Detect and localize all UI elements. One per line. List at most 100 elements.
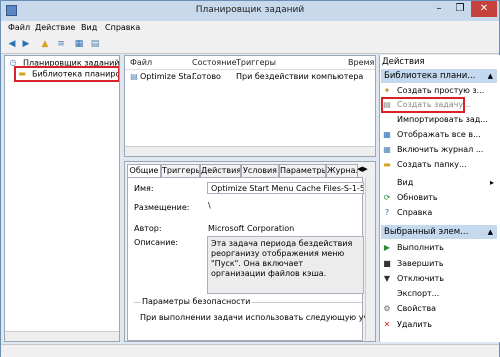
description-label: Описание: (134, 238, 179, 247)
details-scrollbar[interactable] (365, 178, 375, 340)
delete-icon: ✕ (383, 319, 391, 329)
refresh-icon: ⟳ (383, 192, 391, 202)
menu-bar: Файл Действие Вид Справка (1, 21, 499, 36)
action-display-running[interactable]: ▦ Отображать все в... (382, 128, 498, 142)
menu-action[interactable]: Действие (35, 23, 75, 32)
create-task-highlight (381, 97, 465, 113)
display-running-icon: ▦ (383, 129, 391, 139)
action-label: Свойства (397, 304, 437, 313)
action-refresh[interactable]: ⟳ Обновить (382, 191, 498, 205)
actions-section-library[interactable]: Библиотека плани... ▲ (381, 69, 497, 83)
tree-scrollbar[interactable] (5, 331, 119, 341)
action-disable[interactable]: ▼ Отключить (382, 272, 498, 286)
table-row[interactable]: ▤ Optimize Sta... Готово При бездействии… (125, 71, 375, 83)
task-list-scrollbar[interactable] (125, 146, 375, 156)
view-icon (382, 178, 392, 188)
menu-help[interactable]: Справка (105, 23, 140, 32)
close-button[interactable]: ✕ (471, 1, 497, 17)
action-label: Отображать все в... (397, 130, 481, 139)
action-end[interactable]: ■ Завершить (382, 257, 498, 271)
restore-button[interactable]: ❐ (450, 1, 470, 17)
action-label: Удалить (397, 320, 432, 329)
export-icon (382, 289, 392, 299)
submenu-arrow-icon: ▸ (490, 178, 495, 187)
name-field[interactable]: Optimize Start Menu Cache Files-S-1-5-21… (207, 182, 364, 194)
console-icon[interactable]: ▦ (73, 38, 85, 50)
folder-up-icon[interactable]: ▲ (39, 38, 51, 50)
end-icon: ■ (383, 258, 391, 268)
action-enable-history[interactable]: ▦ Включить журнал ... (382, 143, 498, 157)
details-panel: Общие Триггеры Действия Условия Параметр… (124, 161, 376, 342)
column-name[interactable]: Файл (130, 58, 152, 67)
actions-section-selected-label: Выбранный элем... (384, 227, 469, 237)
author-value: Microsoft Corporation (208, 224, 295, 233)
actions-section-selected[interactable]: Выбранный элем... ▲ (381, 225, 497, 239)
create-basic-task-icon: ✦ (383, 85, 391, 95)
menu-view[interactable]: Вид (81, 23, 97, 32)
column-time[interactable]: Время (348, 58, 374, 67)
toolbar: ◀ ▶ ▲ ≡ ▦ ▤ (1, 36, 499, 54)
tab-history[interactable]: Журнал (326, 164, 358, 178)
column-status[interactable]: Состояние (192, 58, 237, 67)
forward-icon[interactable]: ▶ (20, 38, 32, 50)
action-properties[interactable]: ⚙ Свойства (382, 302, 498, 316)
tab-general[interactable]: Общие (127, 164, 161, 178)
description-field[interactable]: Эта задача периода бездействия реорганиз… (207, 236, 364, 294)
action-label: Импортировать зад... (397, 115, 488, 124)
task-scheduler-window: Планировщик заданий – ❐ ✕ Файл Действие … (0, 0, 500, 357)
action-label: Создать простую з... (397, 86, 485, 95)
action-new-folder[interactable]: ▬ Создать папку... (382, 158, 498, 172)
properties-icon[interactable]: ≡ (55, 38, 67, 50)
author-label: Автор: (134, 224, 162, 233)
minimize-button[interactable]: – (429, 1, 449, 17)
collapse-icon[interactable]: ▲ (488, 225, 493, 239)
actions-header: Действия (382, 57, 425, 67)
tab-settings[interactable]: Параметры (279, 164, 326, 178)
tabs-scroll[interactable]: ◀▶ (357, 165, 368, 173)
tab-triggers[interactable]: Триггеры (161, 164, 200, 178)
window-title: Планировщик заданий (195, 5, 305, 15)
security-title: Параметры безопасности (140, 297, 253, 306)
tab-conditions[interactable]: Условия (241, 164, 279, 178)
name-label: Имя: (134, 184, 154, 193)
task-status-cell: Готово (192, 72, 221, 81)
action-help[interactable]: ? Справка (382, 206, 498, 220)
task-list-panel: Файл Состояние Триггеры Время ▤ Optimize… (124, 55, 376, 157)
security-text: При выполнении задачи использовать следу… (140, 313, 375, 322)
task-list-header: Файл Состояние Триггеры Время (125, 56, 375, 70)
task-name-cell: Optimize Sta... (140, 72, 200, 81)
menu-file[interactable]: Файл (8, 23, 30, 32)
action-export[interactable]: Экспорт... (382, 287, 498, 301)
action-label: Экспорт... (397, 289, 440, 298)
properties-icon: ⚙ (383, 303, 391, 313)
new-folder-icon: ▬ (383, 159, 391, 169)
status-bar (1, 344, 499, 357)
action-create-basic-task[interactable]: ✦ Создать простую з... (382, 84, 498, 98)
action-label: Выполнить (397, 243, 444, 252)
action-import[interactable]: Импортировать зад... (382, 113, 498, 127)
import-icon (382, 115, 392, 125)
collapse-icon[interactable]: ▲ (488, 69, 493, 83)
column-triggers[interactable]: Триггеры (236, 58, 276, 67)
action-delete[interactable]: ✕ Удалить (382, 318, 498, 332)
disable-icon: ▼ (383, 273, 391, 283)
library-highlight (14, 66, 119, 82)
action-label: Обновить (397, 193, 438, 202)
security-group: Параметры безопасности При выполнении за… (134, 297, 375, 341)
tree-panel: ◷Планировщик заданий (Ло ▬Библиотека пла… (4, 55, 120, 342)
action-label: Вид (397, 178, 414, 187)
task-icon: ▤ (130, 72, 138, 81)
action-run[interactable]: ▶ Выполнить (382, 241, 498, 255)
enable-history-icon: ▦ (383, 144, 391, 154)
tab-actions[interactable]: Действия (200, 164, 241, 178)
actions-section-library-label: Библиотека плани... (384, 71, 476, 81)
action-label: Включить журнал ... (397, 145, 484, 154)
help-icon: ? (384, 207, 390, 217)
back-icon[interactable]: ◀ (6, 38, 18, 50)
action-label: Создать папку... (397, 160, 467, 169)
action-view[interactable]: Вид ▸ (382, 176, 498, 190)
run-icon: ▶ (383, 242, 391, 252)
show-hide-icon[interactable]: ▤ (89, 38, 101, 50)
location-value: \ (208, 201, 211, 210)
details-tabs: Общие Триггеры Действия Условия Параметр… (127, 164, 367, 178)
